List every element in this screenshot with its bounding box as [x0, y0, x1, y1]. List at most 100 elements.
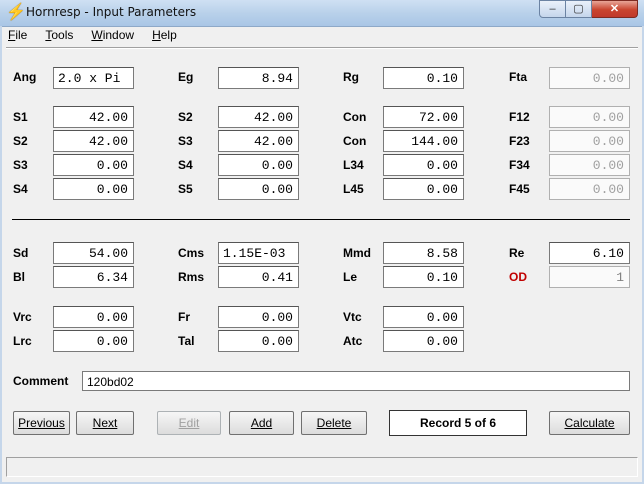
label-vtc: Vtc [343, 310, 362, 324]
vrc-field[interactable]: 0.00 [53, 306, 134, 328]
s2-field-col1[interactable]: 42.00 [53, 130, 134, 152]
label-f23: F23 [509, 134, 530, 148]
section-divider [12, 219, 630, 220]
s1-field[interactable]: 42.00 [53, 106, 134, 128]
add-button-label: Add [250, 416, 273, 430]
label-lrc: Lrc [13, 334, 32, 348]
sd-field[interactable]: 54.00 [53, 242, 134, 264]
edit-button: Edit [157, 411, 221, 435]
rms-field[interactable]: 0.41 [218, 266, 299, 288]
label-f12: F12 [509, 110, 530, 124]
label-f45: F45 [509, 182, 530, 196]
menu-window-accel: W [91, 28, 103, 42]
label-rms: Rms [178, 270, 205, 284]
label-s2-col2: S2 [178, 110, 193, 124]
menu-window[interactable]: Window [89, 28, 136, 46]
menu-tools-label: ools [51, 28, 74, 42]
rg-field[interactable]: 0.10 [383, 67, 464, 89]
f34-field: 0.00 [549, 154, 630, 176]
label-s5: S5 [178, 182, 193, 196]
previous-button[interactable]: Previous [13, 411, 70, 435]
label-atc: Atc [343, 334, 363, 348]
window-title: Hornresp - Input Parameters [26, 5, 197, 19]
label-fr: Fr [178, 310, 190, 324]
label-comment: Comment [13, 374, 69, 388]
s3-field-col2[interactable]: 42.00 [218, 130, 299, 152]
comment-field[interactable]: 120bd02 [82, 371, 630, 391]
label-bl: Bl [13, 270, 25, 284]
minimize-button[interactable]: – [539, 0, 566, 18]
label-tal: Tal [178, 334, 195, 348]
calculate-button-label: Calculate [564, 416, 615, 430]
label-cms: Cms [178, 246, 205, 260]
atc-field[interactable]: 0.00 [383, 330, 464, 352]
record-indicator: Record 5 of 6 [389, 410, 527, 436]
label-l34: L34 [343, 158, 364, 172]
next-button[interactable]: Next [76, 411, 134, 435]
re-field[interactable]: 6.10 [549, 242, 630, 264]
label-l45: L45 [343, 182, 364, 196]
label-s1: S1 [13, 110, 28, 124]
l34-field[interactable]: 0.00 [383, 154, 464, 176]
menu-help-accel: H [152, 28, 161, 42]
lrc-field[interactable]: 0.00 [53, 330, 134, 352]
menu-file-label: ile [15, 28, 28, 42]
mmd-field[interactable]: 8.58 [383, 242, 464, 264]
hornresp-window: ⚡ Hornresp - Input Parameters – ▢ ✕ File… [0, 0, 644, 484]
label-od: OD [509, 270, 527, 284]
fta-field: 0.00 [549, 67, 630, 89]
caption-buttons: – ▢ ✕ [539, 0, 638, 19]
bl-field[interactable]: 6.34 [53, 266, 134, 288]
label-s4: S4 [13, 182, 28, 196]
s4-field-col2[interactable]: 0.00 [218, 154, 299, 176]
s5-field[interactable]: 0.00 [218, 178, 299, 200]
eg-field[interactable]: 8.94 [218, 67, 299, 89]
maximize-button[interactable]: ▢ [566, 0, 592, 18]
menu-bar: File Tools Window Help [6, 28, 193, 46]
fr-field[interactable]: 0.00 [218, 306, 299, 328]
label-ang: Ang [13, 70, 37, 84]
label-s2: S2 [13, 134, 28, 148]
status-bar [6, 457, 638, 477]
s3-field-col1[interactable]: 0.00 [53, 154, 134, 176]
add-button[interactable]: Add [229, 411, 294, 435]
menu-tools[interactable]: Tools [43, 28, 75, 46]
s2-field-col2[interactable]: 42.00 [218, 106, 299, 128]
ang-field[interactable]: 2.0 x Pi [53, 67, 134, 89]
od-field[interactable]: 1 [549, 266, 630, 288]
menu-file[interactable]: File [6, 28, 29, 46]
lightning-icon: ⚡ [6, 4, 26, 21]
f23-field: 0.00 [549, 130, 630, 152]
menu-help[interactable]: Help [150, 28, 179, 46]
s4-field-col1[interactable]: 0.00 [53, 178, 134, 200]
edit-button-label: Edit [178, 416, 200, 430]
con-field-1[interactable]: 72.00 [383, 106, 464, 128]
con-field-2[interactable]: 144.00 [383, 130, 464, 152]
le-field[interactable]: 0.10 [383, 266, 464, 288]
close-button[interactable]: ✕ [592, 0, 638, 18]
vtc-field[interactable]: 0.00 [383, 306, 464, 328]
label-con1: Con [343, 110, 367, 124]
label-con2: Con [343, 134, 367, 148]
calculate-button[interactable]: Calculate [549, 411, 630, 435]
delete-button[interactable]: Delete [301, 411, 367, 435]
label-mmd: Mmd [343, 246, 371, 260]
title-bar[interactable]: ⚡ Hornresp - Input Parameters – ▢ ✕ [0, 0, 644, 27]
f45-field: 0.00 [549, 178, 630, 200]
l45-field[interactable]: 0.00 [383, 178, 464, 200]
label-re: Re [509, 246, 525, 260]
next-button-label: Next [92, 416, 118, 430]
label-eg: Eg [178, 70, 194, 84]
previous-button-label: Previous [18, 416, 65, 430]
label-s3-col2: S3 [178, 134, 193, 148]
delete-button-label: Delete [316, 416, 352, 430]
menu-separator [6, 47, 638, 49]
cms-field[interactable]: 1.15E-03 [218, 242, 299, 264]
label-vrc: Vrc [13, 310, 32, 324]
label-s4-col2: S4 [178, 158, 193, 172]
menu-window-label: indow [102, 28, 135, 42]
menu-help-label: elp [160, 28, 177, 42]
label-rg: Rg [343, 70, 359, 84]
tal-field[interactable]: 0.00 [218, 330, 299, 352]
label-fta: Fta [509, 70, 527, 84]
